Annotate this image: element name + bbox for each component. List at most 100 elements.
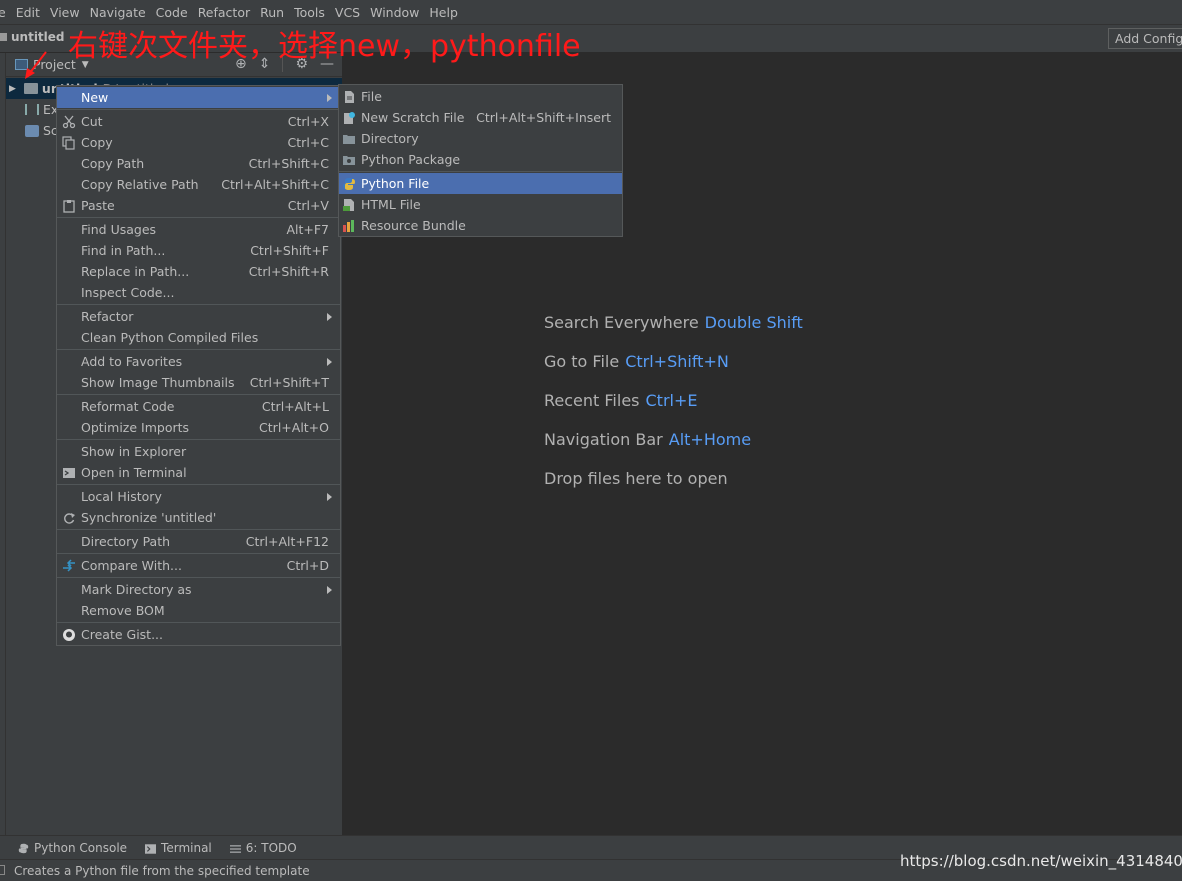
- context-menu-item-mark-directory-as[interactable]: Mark Directory as: [57, 579, 340, 600]
- editor-hint: Navigation Bar Alt+Home: [544, 430, 751, 449]
- cut-icon: [62, 115, 76, 129]
- menu-divider: [339, 171, 622, 172]
- shortcut-label: Ctrl+Alt+L: [261, 399, 329, 414]
- context-menu-item-cut[interactable]: Cut Ctrl+X: [57, 111, 340, 132]
- tool-window-6-todo[interactable]: 6: TODO: [229, 841, 297, 855]
- shortcut-label: Ctrl+D: [286, 558, 329, 573]
- editor-hint: Recent Files Ctrl+E: [544, 391, 697, 410]
- context-menu-label: Refactor: [81, 309, 134, 324]
- tool-window-python-console[interactable]: Python Console: [18, 841, 127, 855]
- context-menu-label: Directory Path: [81, 534, 171, 549]
- context-menu-label: Create Gist...: [81, 627, 164, 642]
- context-menu-item-create-gist[interactable]: Create Gist...: [57, 624, 340, 645]
- context-menu-item-compare-with[interactable]: Compare With... Ctrl+D: [57, 555, 340, 576]
- menu-edit[interactable]: Edit: [11, 0, 45, 25]
- context-menu-label: Synchronize 'untitled': [81, 510, 217, 525]
- tool-window-label: Terminal: [161, 840, 212, 855]
- context-menu-item-copy[interactable]: Copy Ctrl+C: [57, 132, 340, 153]
- context-menu-item-find-in-path[interactable]: Find in Path... Ctrl+Shift+F: [57, 240, 340, 261]
- context-menu-label: Add to Favorites: [81, 354, 183, 369]
- context-menu-item-paste[interactable]: Paste Ctrl+V: [57, 195, 340, 216]
- context-menu-item-open-in-terminal[interactable]: Open in Terminal: [57, 462, 340, 483]
- breadcrumb-project[interactable]: untitled: [0, 30, 65, 44]
- status-toggle-icon[interactable]: [0, 865, 5, 875]
- new-submenu: File New Scratch File Ctrl+Alt+Shift+Inser…: [338, 84, 623, 237]
- new-menu-item-directory[interactable]: Directory: [339, 128, 622, 149]
- hint-text: Go to File: [544, 352, 620, 371]
- new-menu-item-new-scratch-file[interactable]: New Scratch File Ctrl+Alt+Shift+Insert: [339, 107, 622, 128]
- new-menu-item-resource-bundle[interactable]: Resource Bundle: [339, 215, 622, 236]
- context-menu-item-new[interactable]: New: [57, 87, 340, 108]
- context-menu-label: Mark Directory as: [81, 582, 192, 597]
- menu-e[interactable]: e: [0, 0, 11, 25]
- python-package-icon: [342, 153, 356, 167]
- new-menu-label: HTML File: [361, 197, 421, 212]
- context-menu-label: Optimize Imports: [81, 420, 190, 435]
- context-menu-item-copy-relative-path[interactable]: Copy Relative Path Ctrl+Alt+Shift+C: [57, 174, 340, 195]
- submenu-arrow-icon: [327, 585, 332, 594]
- context-menu-label: Copy Relative Path: [81, 177, 199, 192]
- new-menu-label: Directory: [361, 131, 419, 146]
- hint-text: Navigation Bar: [544, 430, 663, 449]
- context-menu-item-find-usages[interactable]: Find Usages Alt+F7: [57, 219, 340, 240]
- hint-shortcut: Double Shift: [704, 313, 803, 332]
- context-menu-item-local-history[interactable]: Local History: [57, 486, 340, 507]
- folder-icon: [0, 33, 7, 41]
- context-menu-item-show-image-thumbnails[interactable]: Show Image Thumbnails Ctrl+Shift+T: [57, 372, 340, 393]
- sync-icon: [62, 511, 76, 525]
- copy-icon: [62, 135, 76, 150]
- expand-arrow-icon[interactable]: ▶: [9, 84, 16, 94]
- new-menu-item-html-file[interactable]: HTML File: [339, 194, 622, 215]
- context-menu-item-show-in-explorer[interactable]: Show in Explorer: [57, 441, 340, 462]
- context-menu-label: Clean Python Compiled Files: [81, 330, 259, 345]
- hint-shortcut: Alt+Home: [668, 430, 752, 449]
- shortcut-label: Ctrl+Shift+T: [249, 375, 329, 390]
- hint-text: Recent Files: [544, 391, 640, 410]
- terminal-icon: [62, 466, 76, 480]
- scratches-icon: [25, 124, 39, 137]
- submenu-arrow-icon: [327, 357, 332, 366]
- submenu-arrow-icon: [327, 492, 332, 501]
- context-menu-label: Remove BOM: [81, 603, 165, 618]
- new-menu-item-python-file[interactable]: Python File: [339, 173, 622, 194]
- tree-item-external-libraries[interactable]: Ex: [25, 99, 58, 120]
- context-menu-item-optimize-imports[interactable]: Optimize Imports Ctrl+Alt+O: [57, 417, 340, 438]
- context-menu-item-synchronize-untitled[interactable]: Synchronize 'untitled': [57, 507, 340, 528]
- shortcut-label: Ctrl+X: [287, 114, 329, 129]
- hint-shortcut: Ctrl+E: [645, 391, 698, 410]
- shortcut-label: Ctrl+Shift+R: [248, 264, 329, 279]
- add-configuration-button[interactable]: Add Config: [1108, 28, 1182, 49]
- context-menu-label: Find in Path...: [81, 243, 166, 258]
- new-menu-item-file[interactable]: File: [339, 86, 622, 107]
- new-menu-label: File: [361, 89, 382, 104]
- context-menu-label: New: [81, 90, 109, 105]
- annotation-arrow-icon: [25, 51, 47, 79]
- new-menu-label: New Scratch File: [361, 110, 465, 125]
- context-menu-label: Inspect Code...: [81, 285, 175, 300]
- context-menu-item-refactor[interactable]: Refactor: [57, 306, 340, 327]
- annotation-text: 右键次文件夹，选择new，pythonfile: [68, 29, 581, 64]
- new-menu-label: Python File: [361, 176, 430, 191]
- tree-item-scratches[interactable]: Sc: [25, 120, 58, 141]
- menu-divider: [57, 304, 340, 305]
- editor-hint: Drop files here to open: [544, 469, 728, 488]
- submenu-arrow-icon: [327, 93, 332, 102]
- watermark: https://blog.csdn.net/weixin_43148403: [900, 852, 1182, 870]
- shortcut-label: Ctrl+Alt+F12: [245, 534, 329, 549]
- context-menu-item-remove-bom[interactable]: Remove BOM: [57, 600, 340, 621]
- shortcut-label: Ctrl+C: [287, 135, 329, 150]
- context-menu-item-add-to-favorites[interactable]: Add to Favorites: [57, 351, 340, 372]
- tool-window-terminal[interactable]: Terminal: [145, 841, 212, 855]
- context-menu-item-replace-in-path[interactable]: Replace in Path... Ctrl+Shift+R: [57, 261, 340, 282]
- new-menu-item-python-package[interactable]: Python Package: [339, 149, 622, 170]
- breadcrumb-project-label: untitled: [11, 30, 65, 44]
- menu-divider: [57, 394, 340, 395]
- context-menu-item-inspect-code[interactable]: Inspect Code...: [57, 282, 340, 303]
- menu-divider: [57, 217, 340, 218]
- editor-hint: Go to File Ctrl+Shift+N: [544, 352, 729, 371]
- context-menu-item-clean-python-compiled-files[interactable]: Clean Python Compiled Files: [57, 327, 340, 348]
- menu-divider: [57, 529, 340, 530]
- context-menu-item-directory-path[interactable]: Directory Path Ctrl+Alt+F12: [57, 531, 340, 552]
- context-menu-item-copy-path[interactable]: Copy Path Ctrl+Shift+C: [57, 153, 340, 174]
- context-menu-item-reformat-code[interactable]: Reformat Code Ctrl+Alt+L: [57, 396, 340, 417]
